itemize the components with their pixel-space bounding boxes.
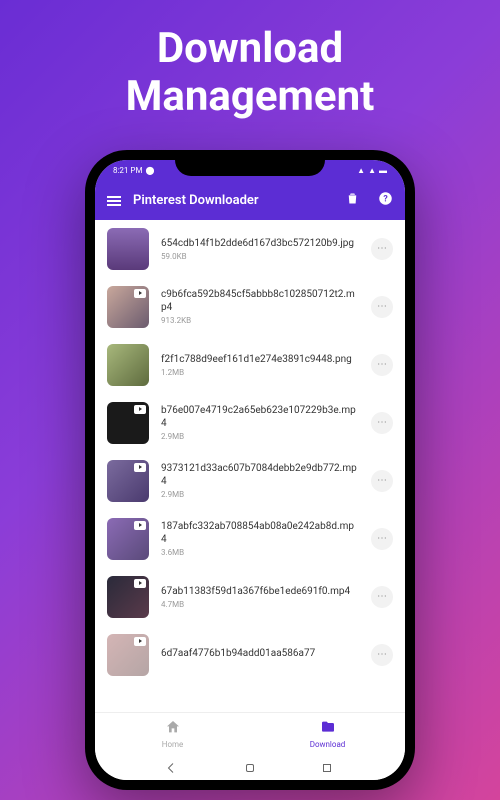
trash-icon [345,191,360,206]
file-info: 67ab11383f59d1a367f6be1ede691f0.mp4 4.7MB [161,585,359,609]
file-size: 2.9MB [161,432,359,441]
file-name: 6d7aaf4776b1b94add01aa586a77 [161,647,359,660]
more-icon: ⋯ [377,417,387,428]
file-info: 654cdb14f1b2dde6d167d3bc572120b9.jpg 59.0… [161,237,359,261]
video-icon [134,637,146,646]
file-thumbnail [107,344,149,386]
folder-icon [320,719,336,739]
android-home[interactable] [243,761,257,775]
file-thumbnail [107,518,149,560]
file-size: 2.9MB [161,490,359,499]
nav-home-label: Home [162,740,184,749]
more-icon: ⋯ [377,649,387,660]
app-header: Pinterest Downloader ? [95,182,405,220]
more-icon: ⋯ [377,475,387,486]
more-button[interactable]: ⋯ [371,528,393,550]
android-recent[interactable] [320,761,334,775]
file-size: 59.0KB [161,252,359,261]
phone-notch [175,150,325,176]
nav-download[interactable]: Download [250,713,405,756]
more-button[interactable]: ⋯ [371,238,393,260]
file-info: c9b6fca592b845cf5abbb8c102850712t2.mp4 91… [161,288,359,325]
more-button[interactable]: ⋯ [371,354,393,376]
file-name: 9373121d33ac607b7084debb2e9db772.mp4 [161,462,359,488]
file-item[interactable]: 6d7aaf4776b1b94add01aa586a77 ⋯ [95,626,405,684]
file-size: 913.2KB [161,316,359,325]
file-item[interactable]: b76e007e4719c2a65eb623e107229b3e.mp4 2.9M… [95,394,405,452]
file-thumbnail [107,286,149,328]
video-icon [134,579,146,588]
battery-icon: ▬ [379,166,387,175]
menu-button[interactable] [107,196,121,206]
file-thumbnail [107,634,149,676]
svg-text:?: ? [383,195,388,205]
file-item[interactable]: 9373121d33ac607b7084debb2e9db772.mp4 2.9M… [95,452,405,510]
more-button[interactable]: ⋯ [371,412,393,434]
nav-home[interactable]: Home [95,713,250,756]
more-icon: ⋯ [377,359,387,370]
more-button[interactable]: ⋯ [371,470,393,492]
file-size: 4.7MB [161,600,359,609]
file-item[interactable]: 654cdb14f1b2dde6d167d3bc572120b9.jpg 59.0… [95,220,405,278]
status-time: 8:21 PM [113,166,142,175]
file-item[interactable]: f2f1c788d9eef161d1e274e3891c9448.png 1.2M… [95,336,405,394]
home-icon [165,719,181,739]
file-item[interactable]: c9b6fca592b845cf5abbb8c102850712t2.mp4 91… [95,278,405,336]
help-icon: ? [378,191,393,206]
file-name: 654cdb14f1b2dde6d167d3bc572120b9.jpg [161,237,359,250]
bottom-nav: Home Download [95,712,405,756]
file-thumbnail [107,460,149,502]
phone-screen: 8:21 PM ⬤ ▲ ▲ ▬ Pinterest Downloader ? 6… [95,160,405,780]
more-button[interactable]: ⋯ [371,644,393,666]
file-size: 3.6MB [161,548,359,557]
file-info: 187abfc332ab708854ab08a0e242ab8d.mp4 3.6M… [161,520,359,557]
file-info: b76e007e4719c2a65eb623e107229b3e.mp4 2.9M… [161,404,359,441]
file-info: f2f1c788d9eef161d1e274e3891c9448.png 1.2M… [161,353,359,377]
more-icon: ⋯ [377,533,387,544]
file-name: c9b6fca592b845cf5abbb8c102850712t2.mp4 [161,288,359,314]
file-name: f2f1c788d9eef161d1e274e3891c9448.png [161,353,359,366]
file-thumbnail [107,402,149,444]
video-icon [134,405,146,414]
android-nav [95,756,405,780]
wifi-icon: ▲ [357,166,365,175]
more-button[interactable]: ⋯ [371,586,393,608]
file-thumbnail [107,576,149,618]
file-size: 1.2MB [161,368,359,377]
file-info: 9373121d33ac607b7084debb2e9db772.mp4 2.9M… [161,462,359,499]
file-list[interactable]: 654cdb14f1b2dde6d167d3bc572120b9.jpg 59.0… [95,220,405,712]
file-name: b76e007e4719c2a65eb623e107229b3e.mp4 [161,404,359,430]
file-info: 6d7aaf4776b1b94add01aa586a77 [161,647,359,662]
video-icon [134,521,146,530]
hamburger-icon [107,196,121,206]
video-icon [134,463,146,472]
app-title: Pinterest Downloader [133,193,327,208]
more-icon: ⋯ [377,301,387,312]
video-icon [134,289,146,298]
signal-icon: ▲ [368,166,376,175]
nav-download-label: Download [310,740,346,749]
file-item[interactable]: 187abfc332ab708854ab08a0e242ab8d.mp4 3.6M… [95,510,405,568]
help-button[interactable]: ? [378,191,393,210]
promo-title: DownloadManagement [126,25,375,122]
file-thumbnail [107,228,149,270]
more-button[interactable]: ⋯ [371,296,393,318]
more-icon: ⋯ [377,243,387,254]
delete-button[interactable] [345,191,360,210]
notification-icon: ⬤ [145,166,154,175]
more-icon: ⋯ [377,591,387,602]
file-name: 67ab11383f59d1a367f6be1ede691f0.mp4 [161,585,359,598]
file-name: 187abfc332ab708854ab08a0e242ab8d.mp4 [161,520,359,546]
phone-frame: 8:21 PM ⬤ ▲ ▲ ▬ Pinterest Downloader ? 6… [85,150,415,790]
file-item[interactable]: 67ab11383f59d1a367f6be1ede691f0.mp4 4.7MB… [95,568,405,626]
android-back[interactable] [166,761,180,775]
